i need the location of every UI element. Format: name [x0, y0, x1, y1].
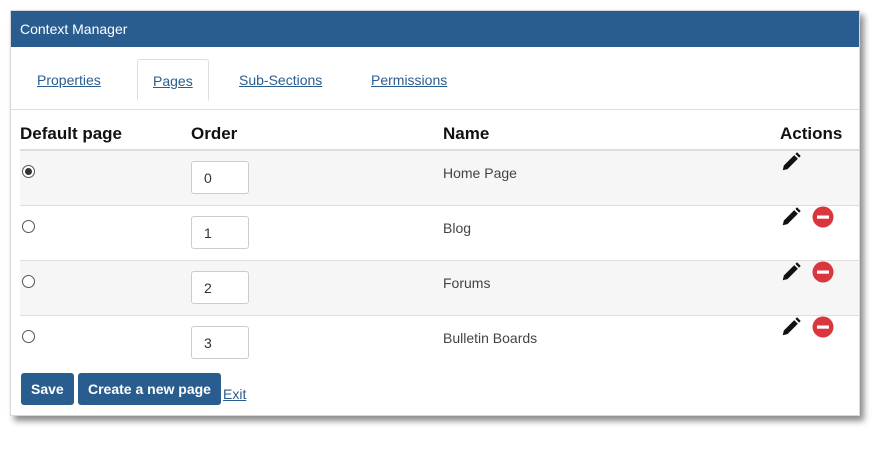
save-button[interactable]: Save	[21, 373, 74, 405]
table-row: Bulletin Boards	[20, 315, 859, 370]
default-page-radio[interactable]	[22, 220, 35, 233]
table-row: Forums	[20, 260, 859, 316]
tab-sub-sections[interactable]: Sub-Sections	[239, 59, 322, 109]
order-input[interactable]	[191, 326, 249, 359]
tab-permissions[interactable]: Permissions	[371, 59, 447, 109]
order-input[interactable]	[191, 161, 249, 194]
remove-circle-icon[interactable]	[812, 261, 834, 286]
default-page-radio[interactable]	[22, 275, 35, 288]
exit-link[interactable]: Exit	[223, 386, 246, 402]
header-name: Name	[443, 119, 780, 151]
tab-pages[interactable]: Pages	[137, 59, 209, 101]
tab-properties[interactable]: Properties	[37, 59, 101, 109]
table-row: Home Page	[20, 149, 859, 206]
pencil-icon[interactable]	[780, 261, 802, 286]
pages-table: Default page Order Name Actions Home Pag…	[20, 119, 859, 370]
page-name: Forums	[443, 275, 491, 291]
page-name: Bulletin Boards	[443, 330, 538, 346]
default-page-radio[interactable]	[22, 330, 35, 343]
default-page-radio[interactable]	[22, 165, 35, 178]
remove-circle-icon[interactable]	[812, 316, 834, 341]
header-actions: Actions	[780, 119, 859, 151]
pencil-icon[interactable]	[780, 206, 802, 231]
create-page-button[interactable]: Create a new page	[78, 373, 221, 405]
pencil-icon[interactable]	[780, 316, 802, 341]
tab-bar: Properties Pages Sub-Sections Permission…	[11, 59, 859, 110]
page-name: Blog	[443, 220, 472, 236]
pencil-icon[interactable]	[780, 151, 802, 176]
order-input[interactable]	[191, 271, 249, 304]
page-name: Home Page	[443, 165, 517, 181]
table-row: Blog	[20, 205, 859, 261]
order-input[interactable]	[191, 216, 249, 249]
window-title: Context Manager	[11, 11, 859, 47]
header-order: Order	[191, 119, 443, 151]
remove-circle-icon[interactable]	[812, 206, 834, 231]
context-manager-panel: Context Manager Properties Pages Sub-Sec…	[10, 10, 860, 416]
header-default-page: Default page	[20, 119, 191, 151]
